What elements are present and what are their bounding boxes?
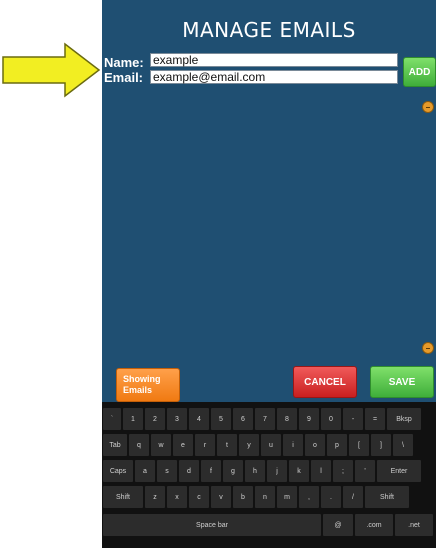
key[interactable]: 6 xyxy=(233,408,253,430)
key[interactable]: t xyxy=(217,434,237,456)
tab-key[interactable]: Tab xyxy=(103,434,127,456)
key[interactable]: [ xyxy=(349,434,369,456)
key[interactable]: u xyxy=(261,434,281,456)
key[interactable]: s xyxy=(157,460,177,482)
key[interactable]: h xyxy=(245,460,265,482)
key[interactable]: 2 xyxy=(145,408,165,430)
key[interactable]: o xyxy=(305,434,325,456)
shift-key[interactable]: Shift xyxy=(103,486,143,508)
key[interactable]: r xyxy=(195,434,215,456)
key[interactable]: 3 xyxy=(167,408,187,430)
key[interactable]: e xyxy=(173,434,193,456)
key[interactable]: n xyxy=(255,486,275,508)
manage-emails-screen: MANAGE EMAILS Name: example Email: examp… xyxy=(102,0,436,548)
key[interactable]: ] xyxy=(371,434,391,456)
cancel-button[interactable]: CANCEL xyxy=(293,366,357,398)
key[interactable]: 1 xyxy=(123,408,143,430)
key[interactable]: g xyxy=(223,460,243,482)
key[interactable]: m xyxy=(277,486,297,508)
key[interactable]: 5 xyxy=(211,408,231,430)
key[interactable]: i xyxy=(283,434,303,456)
arrow-right-icon xyxy=(2,42,101,98)
key[interactable]: ` xyxy=(103,408,121,430)
scroll-knob-icon[interactable] xyxy=(422,342,434,354)
at-key[interactable]: @ xyxy=(323,514,353,536)
key[interactable]: w xyxy=(151,434,171,456)
email-field[interactable]: example@email.com xyxy=(150,70,398,84)
key[interactable]: , xyxy=(299,486,319,508)
key[interactable]: d xyxy=(179,460,199,482)
key[interactable]: 9 xyxy=(299,408,319,430)
dot-com-key[interactable]: .com xyxy=(355,514,393,536)
key[interactable]: ; xyxy=(333,460,353,482)
key[interactable]: / xyxy=(343,486,363,508)
key[interactable]: = xyxy=(365,408,385,430)
key[interactable]: - xyxy=(343,408,363,430)
email-label: Email: xyxy=(104,70,144,85)
backspace-key[interactable]: Bksp xyxy=(387,408,421,430)
key[interactable]: 4 xyxy=(189,408,209,430)
showing-emails-button[interactable]: Showing Emails xyxy=(116,368,180,402)
key[interactable]: 7 xyxy=(255,408,275,430)
key[interactable]: p xyxy=(327,434,347,456)
key[interactable]: l xyxy=(311,460,331,482)
key[interactable]: f xyxy=(201,460,221,482)
add-button[interactable]: ADD xyxy=(403,57,436,87)
key[interactable]: c xyxy=(189,486,209,508)
key[interactable]: . xyxy=(321,486,341,508)
key[interactable]: z xyxy=(145,486,165,508)
save-button[interactable]: SAVE xyxy=(370,366,434,398)
key[interactable]: x xyxy=(167,486,187,508)
enter-key[interactable]: Enter xyxy=(377,460,421,482)
key[interactable]: k xyxy=(289,460,309,482)
key[interactable]: 8 xyxy=(277,408,297,430)
key[interactable]: v xyxy=(211,486,231,508)
key[interactable]: q xyxy=(129,434,149,456)
shift-key[interactable]: Shift xyxy=(365,486,409,508)
key[interactable]: ' xyxy=(355,460,375,482)
name-label: Name: xyxy=(104,55,144,70)
scroll-knob-icon[interactable] xyxy=(422,101,434,113)
on-screen-keyboard: ` 1 2 3 4 5 6 7 8 9 0 - = Bksp Tab q w e… xyxy=(102,402,436,548)
key[interactable]: j xyxy=(267,460,287,482)
caps-key[interactable]: Caps xyxy=(103,460,133,482)
key[interactable]: \ xyxy=(393,434,413,456)
key[interactable]: y xyxy=(239,434,259,456)
name-field[interactable]: example xyxy=(150,53,398,67)
key[interactable]: a xyxy=(135,460,155,482)
dot-net-key[interactable]: .net xyxy=(395,514,433,536)
key[interactable]: 0 xyxy=(321,408,341,430)
page-title: MANAGE EMAILS xyxy=(182,18,356,42)
key[interactable]: b xyxy=(233,486,253,508)
space-bar-key[interactable]: Space bar xyxy=(103,514,321,536)
